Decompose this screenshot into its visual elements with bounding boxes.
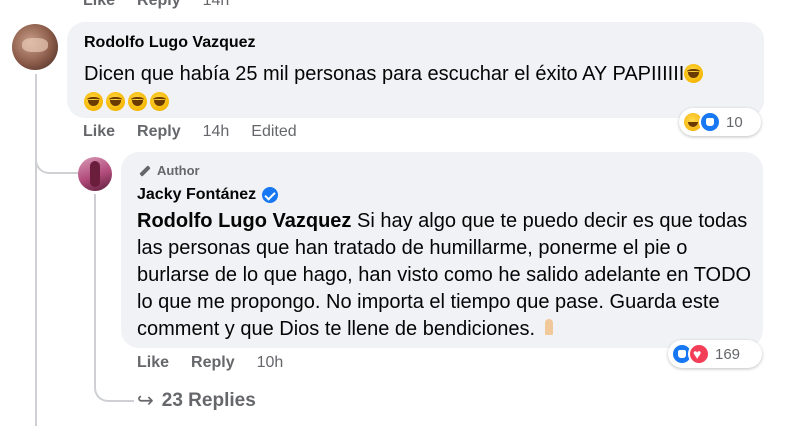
reaction-count: 169 xyxy=(715,345,741,363)
like-button[interactable]: Like xyxy=(83,123,115,141)
praying-hands-icon xyxy=(541,317,557,337)
avatar[interactable] xyxy=(12,24,58,70)
author-badge-label: Author xyxy=(157,163,200,178)
rofl-emoji-icon xyxy=(128,92,147,111)
reply-arrow-icon: ↪ xyxy=(137,390,154,412)
view-replies-link[interactable]: ↪ 23 Replies xyxy=(137,388,256,413)
thread-branch-line xyxy=(35,130,81,174)
author-badge: Author xyxy=(137,163,200,178)
timestamp[interactable]: 14h xyxy=(203,0,230,10)
comment-text: Rodolfo Lugo Vazquez Si hay algo que te … xyxy=(137,208,757,343)
like-icon xyxy=(699,111,721,133)
comment-author[interactable]: Jacky Fontánez xyxy=(137,186,256,204)
reply-button[interactable]: Reply xyxy=(191,354,235,372)
previous-comment-actions: Like Reply 14h xyxy=(83,0,229,10)
reaction-count: 10 xyxy=(726,113,743,131)
like-button[interactable]: Like xyxy=(83,0,115,10)
timestamp[interactable]: 14h xyxy=(203,123,230,141)
comment-text: Dicen que había 25 mil personas para esc… xyxy=(84,60,754,116)
rofl-emoji-icon xyxy=(84,92,103,111)
reactions-summary[interactable]: 169 xyxy=(668,340,762,368)
avatar[interactable] xyxy=(78,157,112,191)
comment-author-row: Jacky Fontánez xyxy=(137,186,279,204)
replies-count[interactable]: 23 Replies xyxy=(162,390,256,412)
comment-actions: Like Reply 14h Edited xyxy=(83,123,297,141)
rofl-emoji-icon xyxy=(150,92,169,111)
reply-button[interactable]: Reply xyxy=(137,0,181,10)
verified-badge-icon xyxy=(262,187,279,203)
mention-link[interactable]: Rodolfo Lugo Vazquez xyxy=(137,210,351,232)
pencil-icon xyxy=(137,164,151,178)
timestamp[interactable]: 10h xyxy=(257,354,284,372)
edited-label: Edited xyxy=(251,123,297,140)
comment-body: Dicen que había 25 mil personas para esc… xyxy=(84,63,685,85)
reactions-summary[interactable]: 10 xyxy=(679,108,761,136)
comment-author[interactable]: Rodolfo Lugo Vazquez xyxy=(84,34,256,52)
reply-button[interactable]: Reply xyxy=(137,123,181,141)
rofl-emoji-icon xyxy=(684,64,704,83)
like-button[interactable]: Like xyxy=(137,354,169,372)
love-icon xyxy=(688,343,710,365)
thread-line xyxy=(35,74,37,426)
rofl-emoji-icon xyxy=(106,92,125,111)
comment-actions: Like Reply 10h xyxy=(137,354,283,372)
